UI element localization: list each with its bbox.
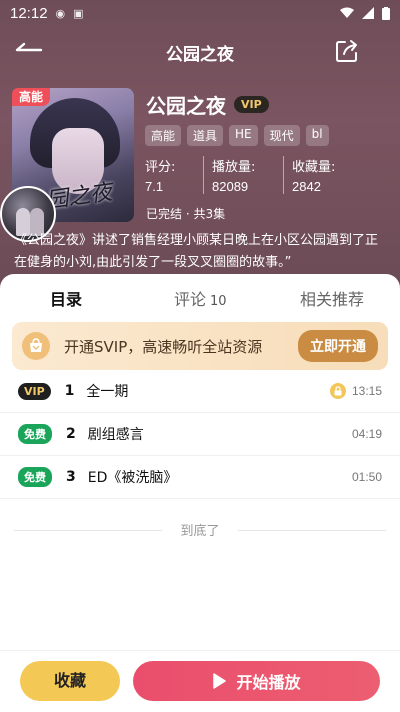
tag[interactable]: HE [229,125,258,146]
status-bar: 12:12 ◉ ▣ [0,0,400,26]
content-sheet: 目录 评论 10 相关推荐 开通SVIP，高速畅听全站资源 立即开通 VIP 1 … [0,274,400,712]
sync-icon: ◉ [55,6,66,20]
stat-favorites-value: 2842 [292,179,321,194]
open-svip-button[interactable]: 立即开通 [298,330,378,362]
episode-title: 全一期 [86,384,129,400]
episode-title: 剧组感言 [87,427,144,443]
start-play-label: 开始播放 [236,673,301,692]
description[interactable]: 《公园之夜》讲述了销售经理小顾某日晚上在小区公园遇到了正在健身的小刘,由此引发了… [14,230,390,274]
stat-plays-value: 82089 [212,179,249,194]
stat-favorites: 收藏量: 2842 [283,156,373,194]
stat-favorites-label: 收藏量: [292,160,336,175]
title-row: 公园之夜 VIP [146,90,269,119]
start-play-button[interactable]: 开始播放 [133,661,380,701]
episode-list: VIP 1 全一期 13:15 免费 2 剧组感言 04:19 免费 3 ED《… [0,370,400,499]
status-time: 12:12 [10,4,48,22]
tab-recommendations[interactable]: 相关推荐 [300,286,364,310]
tab-bar: 目录 评论 10 相关推荐 [0,286,400,325]
episode-badge-free: 免费 [18,467,52,487]
svip-banner[interactable]: 开通SVIP，高速畅听全站资源 立即开通 [12,322,388,370]
episode-row[interactable]: 免费 2 剧组感言 04:19 [0,413,400,456]
vip-badge: VIP [234,96,269,113]
signal-icon [362,7,374,19]
stat-plays-label: 播放量: [212,160,256,175]
tab-recommendations-label: 相关推荐 [300,290,365,309]
nav-bar: 公园之夜 [0,30,400,72]
tag[interactable]: 高能 [145,125,182,146]
tab-contents-label: 目录 [50,290,83,309]
share-icon [336,40,357,62]
tab-contents[interactable]: 目录 [50,286,82,310]
tag-list: 高能 道具 HE 现代 bl [145,125,329,146]
stat-plays: 播放量: 82089 [203,156,293,194]
episode-row[interactable]: VIP 1 全一期 13:15 [0,370,400,413]
episode-row[interactable]: 免费 3 ED《被洗脑》 01:50 [0,456,400,499]
lock-icon [329,383,346,399]
completion-status: 已完结 · 共3集 [146,207,226,221]
battery-icon [382,6,390,20]
tag[interactable]: bl [305,125,329,146]
tag[interactable]: 现代 [263,125,300,146]
svip-banner-text: 开通SVIP，高速畅听全站资源 [64,337,263,356]
notification-a-icon: ▣ [73,6,84,20]
book-title: 公园之夜 [146,94,226,118]
episode-number: 3 [66,469,76,485]
bottom-action-bar: 收藏 开始播放 [0,650,400,712]
episode-number: 2 [66,426,76,442]
tab-comments-label: 评论 [174,290,207,309]
tab-comments[interactable]: 评论 10 [174,286,227,310]
episode-badge-vip: VIP [18,382,51,400]
episode-duration: 01:50 [351,470,382,484]
favorite-button[interactable]: 收藏 [20,661,120,701]
divider-right [238,530,386,531]
stats: 评分: 7.1 播放量: 82089 收藏量: 2842 [145,156,373,194]
end-of-list: 到底了 [0,520,400,540]
episode-duration: 13:15 [351,384,382,398]
episode-title: ED《被洗脑》 [87,470,178,486]
share-button[interactable] [334,38,360,64]
play-icon [213,673,227,689]
episode-duration: 04:19 [351,427,382,441]
wifi-icon [340,7,354,18]
vip-bag-icon [22,332,50,360]
tag[interactable]: 道具 [187,125,224,146]
episode-number: 1 [64,383,75,399]
tab-comments-count: 10 [210,294,227,309]
hot-badge: 高能 [12,88,50,106]
episode-badge-free: 免费 [18,424,52,444]
